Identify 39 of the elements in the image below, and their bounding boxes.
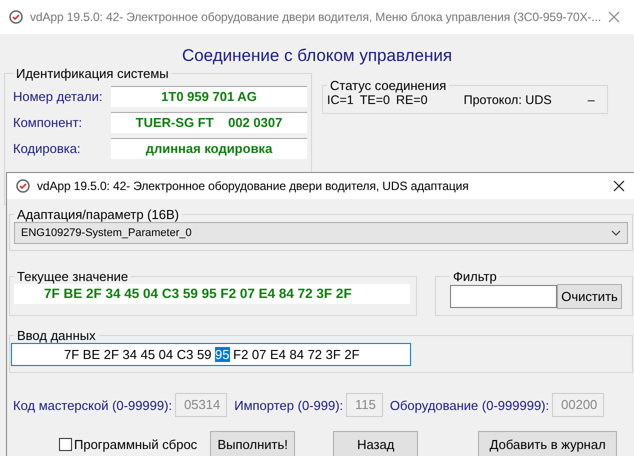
value-field: длинная кодировка xyxy=(111,138,307,159)
group-title: Ввод данных xyxy=(16,328,97,343)
parameter-dropdown[interactable]: ENG109279-System_Parameter_0 xyxy=(14,222,628,244)
value-field: 1T0 959 701 AG xyxy=(111,86,307,107)
chevron-icon xyxy=(611,230,621,236)
field-label: Оборудование (0-999999): xyxy=(390,398,550,412)
section-heading: Соединение с блоком управления xyxy=(180,46,454,66)
status-text: TE=0 xyxy=(360,93,390,107)
close-icon[interactable] xyxy=(613,180,625,192)
app-icon xyxy=(15,178,31,194)
field-label: Код мастерской (0-99999): xyxy=(13,398,172,412)
disabled-field: 115 xyxy=(346,393,383,417)
filter-field[interactable] xyxy=(450,285,557,308)
back-button[interactable]: Назад xyxy=(333,431,418,456)
disabled-field: 05314 xyxy=(175,393,228,417)
group-title: Фильтр xyxy=(452,269,498,284)
add-to-log-button[interactable]: Добавить в журнал xyxy=(478,431,618,456)
field-label: Импортер (0-999): xyxy=(234,398,344,412)
field-label: Компонент: xyxy=(13,115,84,130)
group-title: Текущее значение xyxy=(16,269,130,284)
group-title: Идентификация системы xyxy=(15,66,170,81)
window-title: vdApp 19.5.0: 42- Электронное оборудование двери водителя, Меню блока управления (3C0-959-70X-... xyxy=(30,10,602,24)
clear-button[interactable]: Очистить xyxy=(557,284,622,309)
status-text: IC=1 xyxy=(327,93,354,107)
app-icon xyxy=(8,9,24,25)
value-field: 7F BE 2F 34 45 04 C3 59 95 F2 07 E4 84 72 3F 2F xyxy=(14,284,410,304)
status-text: RE=0 xyxy=(396,93,428,107)
value-field: TUER-SG FT 002 0307 xyxy=(111,112,307,133)
group-title: Статус соединения xyxy=(329,78,448,93)
reset-checkbox[interactable]: Программный сброс xyxy=(59,437,198,452)
data-input-field[interactable]: 7F BE 2F 34 45 04 C3 59 95 F2 07 E4 84 72 3F 2F xyxy=(11,343,411,366)
disabled-field: 00200 xyxy=(552,393,604,417)
execute-button[interactable]: Выполнить! xyxy=(210,431,296,456)
protocol-text: Протокол: UDS xyxy=(464,93,552,107)
status-text: – xyxy=(588,93,595,107)
field-label: Кодировка: xyxy=(13,141,82,156)
window-title: vdApp 19.5.0: 42- Электронное оборудование двери водителя, UDS адаптация xyxy=(37,179,470,193)
field-label: Номер детали: xyxy=(13,89,104,104)
group-title: Адаптация/параметр (16В) xyxy=(16,207,180,222)
